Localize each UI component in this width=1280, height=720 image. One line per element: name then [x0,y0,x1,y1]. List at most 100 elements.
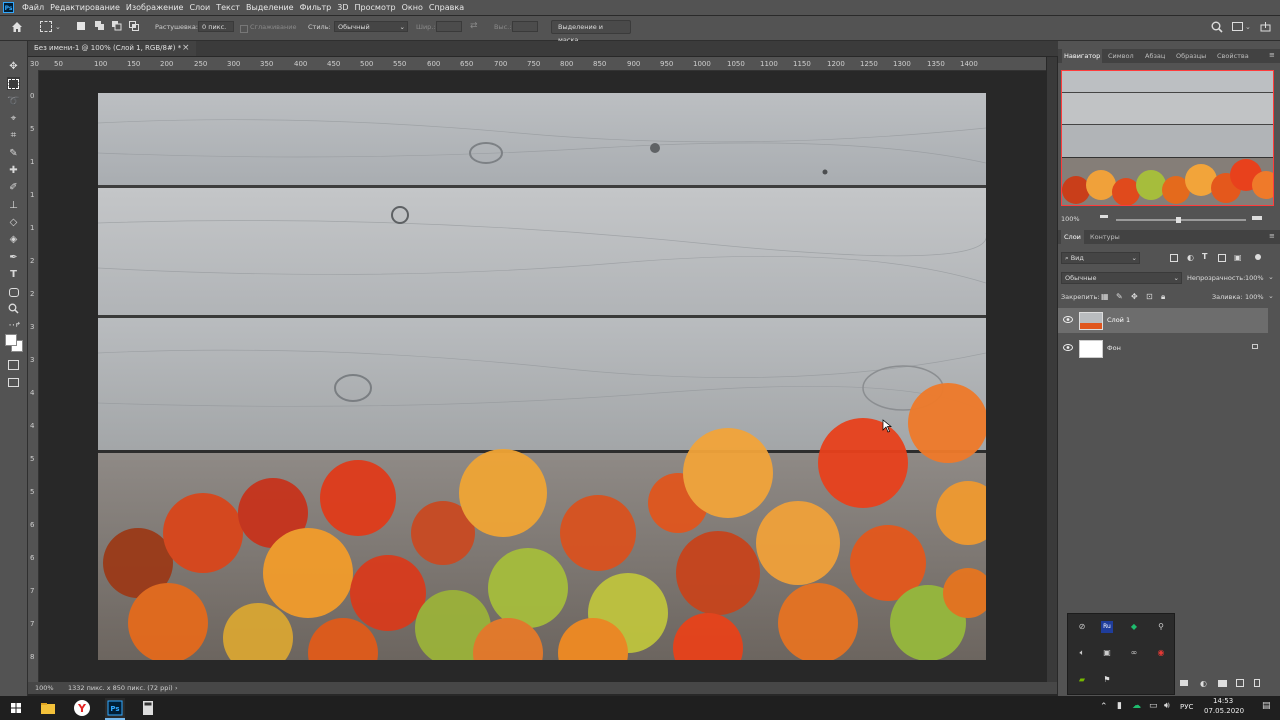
shape-tool-icon[interactable] [7,285,20,298]
chevron-down-icon[interactable]: ⌄ [1245,23,1251,31]
navigator-zoom-slider-thumb[interactable] [1176,217,1181,223]
windows-start-icon[interactable] [6,698,26,718]
menu-item[interactable]: Выделение [246,0,294,15]
adjustment-layer-icon[interactable]: ◐ [1200,679,1207,688]
lock-pixels-icon[interactable]: ✎ [1116,292,1123,301]
feather-input[interactable]: 0 пикс. [198,21,234,32]
tab-layers[interactable]: Слои [1061,230,1084,244]
zoom-in-icon[interactable] [1252,214,1262,220]
healing-brush-tool-icon[interactable]: ✚ [7,164,20,177]
yandex-browser-icon[interactable]: Y [72,698,92,718]
intersect-selection-icon[interactable] [129,21,139,31]
clock-date[interactable]: 07.05.2020 [1204,707,1244,715]
menu-item[interactable]: Редактирование [50,0,120,15]
swap-colors-icon[interactable]: ↱ [15,321,21,329]
marquee-tool-preset-icon[interactable] [40,21,52,32]
navigator-preview[interactable] [1061,70,1274,206]
layer-row[interactable]: Слой 1 [1058,308,1268,333]
tab-navigator[interactable]: Навигатор [1062,49,1103,63]
photoshop-taskbar-icon[interactable]: Ps [105,698,125,720]
visibility-eye-icon[interactable] [1063,344,1073,353]
add-selection-icon[interactable] [95,21,105,31]
menu-item[interactable]: Текст [216,0,240,15]
crop-tool-icon[interactable]: ⌗ [7,129,20,142]
chevron-down-icon[interactable]: ⌄ [55,23,61,31]
calculator-icon[interactable] [138,698,158,718]
filter-type-icon[interactable]: T [1202,252,1207,261]
clone-stamp-tool-icon[interactable]: ⊥ [7,199,20,212]
document-tab[interactable]: Без имени-1 @ 100% (Слой 1, RGB/8#) * × [28,41,197,56]
move-tool-icon[interactable]: ✥ [7,60,20,73]
select-and-mask-button[interactable]: Выделение и маска... [551,20,631,44]
link-layers-icon[interactable] [1180,680,1188,686]
display-icon[interactable]: ▭ [1149,701,1158,711]
punto-switcher-icon[interactable]: Ru [1101,621,1113,633]
foreground-color-swatch[interactable] [5,334,17,346]
zoom-level[interactable]: 100% [35,682,54,694]
nvidia-icon[interactable]: ▰ [1076,674,1088,686]
tab-properties[interactable]: Свойства [1217,49,1249,63]
filter-smart-object-icon[interactable]: ▣ [1234,253,1242,262]
notifications-icon[interactable]: ▤ [1262,701,1271,711]
layer-name[interactable]: Фон [1107,344,1121,352]
navigator-zoom-slider[interactable] [1116,219,1246,221]
eraser-tool-icon[interactable]: ◇ [7,216,20,229]
quick-selection-tool-icon[interactable]: ⌖ [7,112,20,125]
usb-device-icon[interactable]: ⚲ [1155,621,1167,633]
width-input[interactable] [436,21,462,32]
brush-tool-icon[interactable]: ✐ [7,181,20,194]
filter-pixel-icon[interactable] [1170,254,1178,262]
search-icon[interactable] [1211,21,1223,33]
clock-time[interactable]: 14:53 [1213,697,1233,705]
menu-item[interactable]: 3D [337,0,348,15]
fill-input[interactable]: 100% [1245,293,1264,301]
volume-icon[interactable]: 🔈︎ [1076,647,1088,659]
tab-paths[interactable]: Контуры [1090,230,1120,244]
workspace-icon[interactable] [1232,22,1243,31]
photoshop-logo-icon[interactable]: Ps [3,2,14,13]
panel-menu-icon[interactable]: ≡ [1269,232,1275,240]
cloud-sync-icon[interactable]: ∞ [1128,647,1140,659]
canvas-area[interactable] [39,71,1047,682]
file-explorer-icon[interactable] [38,698,58,718]
lasso-tool-icon[interactable]: ➰ [7,95,20,108]
subtract-selection-icon[interactable] [112,21,122,31]
chevron-down-icon[interactable]: ⌄ [1268,273,1274,281]
network-off-icon[interactable]: ⊘ [1076,621,1088,633]
quick-mask-icon[interactable] [7,358,20,371]
zoom-tool-icon[interactable] [7,303,20,316]
filter-adjustment-icon[interactable]: ◐ [1187,253,1194,262]
menu-item[interactable]: Справка [429,0,464,15]
layer-row[interactable]: Фон [1058,336,1268,361]
tab-character[interactable]: Символ [1108,49,1134,63]
height-input[interactable] [512,21,538,32]
paint-bucket-tool-icon[interactable]: ◈ [7,233,20,246]
menu-item[interactable]: Окно [402,0,423,15]
lock-position-icon[interactable]: ✥ [1131,292,1138,301]
lock-all-icon[interactable]: 🔒︎ [1161,292,1165,302]
new-selection-icon[interactable] [77,22,85,30]
marquee-tool-icon[interactable] [7,77,20,90]
style-select[interactable]: Обычный ⌄ [334,21,408,32]
screenshot-tool-icon[interactable]: ▣ [1101,647,1113,659]
speaker-icon[interactable]: 🔊︎ [1164,701,1170,711]
home-icon[interactable] [10,20,24,34]
opacity-input[interactable]: 100% [1245,274,1264,282]
menu-item[interactable]: Фильтр [300,0,332,15]
menu-item[interactable]: Изображение [126,0,184,15]
layer-filter-select[interactable]: ⌕ Вид ⌄ [1061,252,1140,264]
status-menu-arrow-icon[interactable]: › [175,682,178,694]
layer-name[interactable]: Слой 1 [1107,316,1130,324]
chevron-down-icon[interactable]: ⌄ [1268,292,1274,300]
eyedropper-tool-icon[interactable]: ✎ [7,147,20,160]
delete-layer-icon[interactable] [1254,679,1260,687]
visibility-eye-icon[interactable] [1063,316,1073,325]
record-icon[interactable]: ◉ [1155,647,1167,659]
filter-shape-icon[interactable] [1218,254,1226,262]
pen-tool-icon[interactable]: ✒ [7,251,20,264]
menu-item[interactable]: Файл [22,0,44,15]
close-icon[interactable]: × [182,41,190,56]
navigator-zoom-value[interactable]: 100% [1061,215,1080,223]
document-image[interactable] [98,93,986,660]
screen-mode-icon[interactable] [7,375,20,388]
